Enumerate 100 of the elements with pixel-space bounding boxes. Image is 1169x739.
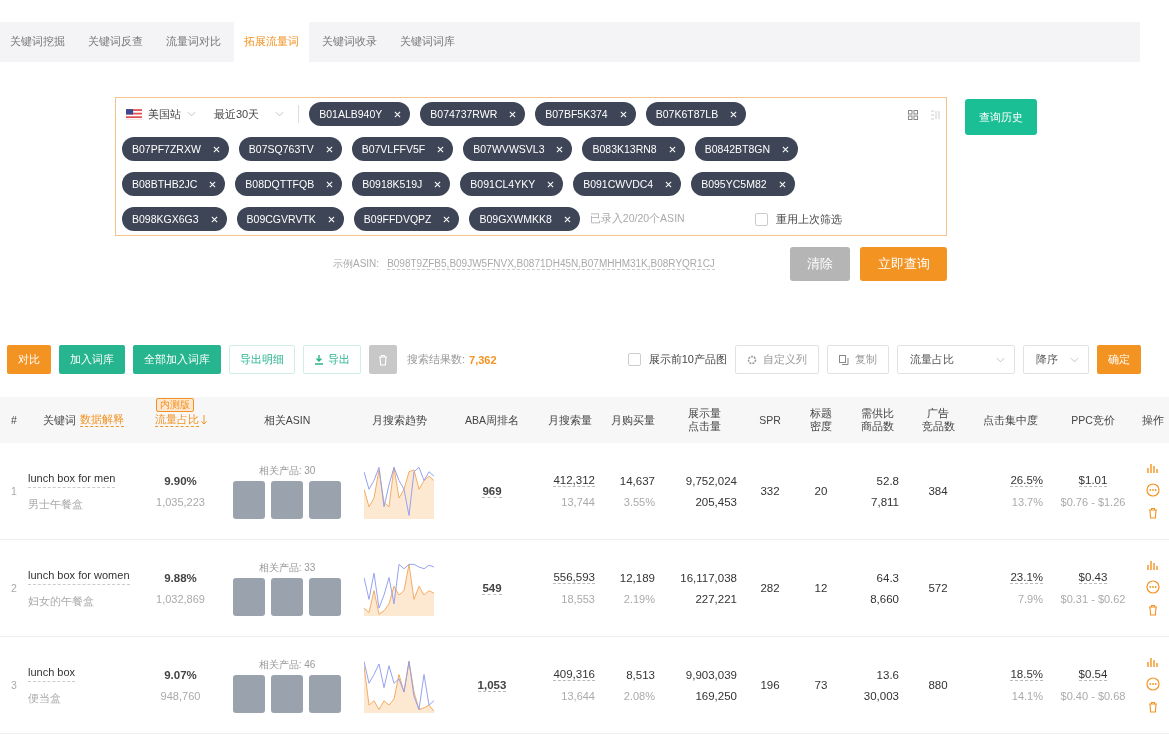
checkbox[interactable] bbox=[754, 212, 768, 226]
close-icon[interactable] bbox=[547, 180, 555, 188]
close-icon[interactable] bbox=[212, 145, 220, 153]
column-header: 点击集中度 bbox=[982, 413, 1038, 427]
column-header: ABA周排名 bbox=[465, 413, 519, 427]
trash-icon[interactable] bbox=[1147, 604, 1158, 616]
example-asins-link[interactable]: B098T9ZFB5,B09JW5FNVX,B0871DH45N,B07MHHM31K,B08RYQR1CJ bbox=[387, 258, 715, 270]
column-header: 点击量 bbox=[687, 420, 721, 433]
photo-placeholder[interactable] bbox=[271, 480, 303, 519]
close-icon[interactable] bbox=[665, 180, 673, 188]
title-density: 12 bbox=[814, 582, 828, 594]
tab[interactable]: 关键词收录 bbox=[312, 22, 387, 62]
site-select[interactable]: 美国站 bbox=[122, 102, 200, 126]
toolbar-button[interactable]: 全部加入词库 bbox=[133, 345, 221, 374]
keyword-link[interactable]: lunch box for men bbox=[28, 470, 116, 488]
photo-placeholder[interactable] bbox=[233, 480, 265, 519]
toolbar-button[interactable]: 导出 bbox=[303, 345, 361, 374]
close-icon[interactable] bbox=[434, 180, 442, 188]
asin-text: B07VLFFV5F bbox=[361, 143, 426, 155]
ad-product-count: 572 bbox=[928, 582, 948, 594]
caret-icon bbox=[1070, 356, 1079, 363]
custom-columns-button[interactable]: 自定义列 bbox=[735, 345, 819, 374]
show-images-checkbox[interactable]: 展示前10产品图 bbox=[627, 352, 727, 367]
clear-button[interactable]: 清除 bbox=[790, 247, 850, 281]
photo-placeholder[interactable] bbox=[233, 674, 265, 713]
asin-text: B08DQTTFQB bbox=[245, 178, 315, 190]
sort-field-select[interactable]: 流量占比 bbox=[897, 345, 1015, 374]
monthly-purchases: 12,189 bbox=[619, 571, 655, 584]
bar-chart-icon[interactable] bbox=[1146, 463, 1159, 473]
grid-view-icon[interactable] bbox=[908, 110, 918, 120]
more-icon[interactable] bbox=[1145, 677, 1160, 691]
product-count: 7,811 bbox=[871, 495, 899, 508]
photo-placeholder[interactable] bbox=[309, 577, 341, 616]
tab[interactable]: 拓展流量词 bbox=[234, 22, 309, 62]
photo-placeholder[interactable] bbox=[271, 674, 303, 713]
toolbar-button[interactable]: 导出明细 bbox=[229, 345, 295, 374]
close-icon[interactable] bbox=[209, 180, 217, 188]
spr-value: 196 bbox=[760, 679, 780, 691]
trash-icon[interactable] bbox=[1147, 507, 1158, 519]
photo-placeholder[interactable] bbox=[271, 577, 303, 616]
supply-demand-ratio: 52.8 bbox=[876, 474, 899, 487]
query-button[interactable]: 立即查询 bbox=[860, 247, 947, 281]
column-header: 月搜索量 bbox=[548, 413, 592, 427]
more-icon[interactable] bbox=[1145, 580, 1160, 594]
close-icon[interactable] bbox=[210, 215, 218, 223]
sort-order-select[interactable]: 降序 bbox=[1023, 345, 1089, 374]
clicks: 205,453 bbox=[695, 495, 737, 508]
close-icon[interactable] bbox=[619, 110, 627, 118]
column-header: 月搜索趋势 bbox=[371, 413, 427, 427]
asin-text: B074737RWR bbox=[430, 108, 498, 120]
toolbar-button[interactable]: 对比 bbox=[7, 345, 51, 374]
checkbox[interactable] bbox=[627, 353, 641, 366]
period-select[interactable]: 最近30天 bbox=[210, 102, 289, 126]
copy-button[interactable]: 复制 bbox=[827, 345, 889, 374]
bar-chart-icon[interactable] bbox=[1146, 657, 1159, 667]
close-icon[interactable] bbox=[394, 110, 402, 118]
bar-chart-icon[interactable] bbox=[1146, 560, 1159, 570]
column-header: SPR bbox=[759, 413, 781, 427]
toolbar-button[interactable]: 加入词库 bbox=[59, 345, 125, 374]
photo-placeholder[interactable] bbox=[309, 480, 341, 519]
keyword-link[interactable]: lunch box for women bbox=[28, 567, 130, 585]
column-header: 相关ASIN bbox=[263, 413, 311, 427]
trash-icon bbox=[378, 353, 388, 366]
photo-placeholder[interactable] bbox=[233, 577, 265, 616]
close-icon[interactable] bbox=[509, 110, 517, 118]
history-button[interactable]: 查询历史 bbox=[965, 99, 1037, 135]
row-number: 1 bbox=[11, 485, 17, 497]
close-icon[interactable] bbox=[437, 145, 445, 153]
asin-text: B095YC5M82 bbox=[701, 178, 767, 190]
settings-icon bbox=[747, 354, 757, 365]
trash-icon[interactable] bbox=[1147, 701, 1158, 713]
asin-counter: 已录入20/20个ASIN bbox=[589, 212, 685, 226]
tab[interactable]: 流量词对比 bbox=[156, 22, 231, 62]
column-header[interactable]: 流量占比 bbox=[154, 413, 199, 427]
search-volume-secondary: 13,744 bbox=[561, 496, 595, 508]
close-icon[interactable] bbox=[563, 215, 571, 223]
example-label: 示例ASIN: bbox=[333, 257, 380, 271]
column-header: 关键词 bbox=[42, 413, 76, 427]
close-icon[interactable] bbox=[327, 215, 335, 223]
tab[interactable]: 关键词词库 bbox=[390, 22, 465, 62]
close-icon[interactable] bbox=[782, 145, 790, 153]
close-icon[interactable] bbox=[556, 145, 564, 153]
reuse-filter-checkbox[interactable]: 重用上次筛选 bbox=[754, 211, 842, 227]
close-icon[interactable] bbox=[325, 145, 333, 153]
tab[interactable]: 关键词挖掘 bbox=[0, 22, 75, 62]
asin-input-box[interactable] bbox=[115, 97, 947, 236]
close-icon[interactable] bbox=[730, 110, 738, 118]
data-explanation-link[interactable]: 数据解释 bbox=[79, 413, 124, 427]
close-icon[interactable] bbox=[326, 180, 334, 188]
clicks: 227,221 bbox=[695, 592, 737, 605]
close-icon[interactable] bbox=[778, 180, 786, 188]
confirm-button[interactable]: 确定 bbox=[1097, 345, 1141, 374]
tab[interactable]: 关键词反查 bbox=[78, 22, 153, 62]
column-header: 月购买量 bbox=[611, 413, 655, 427]
photo-placeholder[interactable] bbox=[309, 674, 341, 713]
close-icon[interactable] bbox=[443, 215, 451, 223]
impressions: 9,752,024 bbox=[685, 474, 737, 487]
close-icon[interactable] bbox=[668, 145, 676, 153]
keyword-link[interactable]: lunch box bbox=[28, 664, 76, 682]
more-icon[interactable] bbox=[1145, 483, 1160, 497]
